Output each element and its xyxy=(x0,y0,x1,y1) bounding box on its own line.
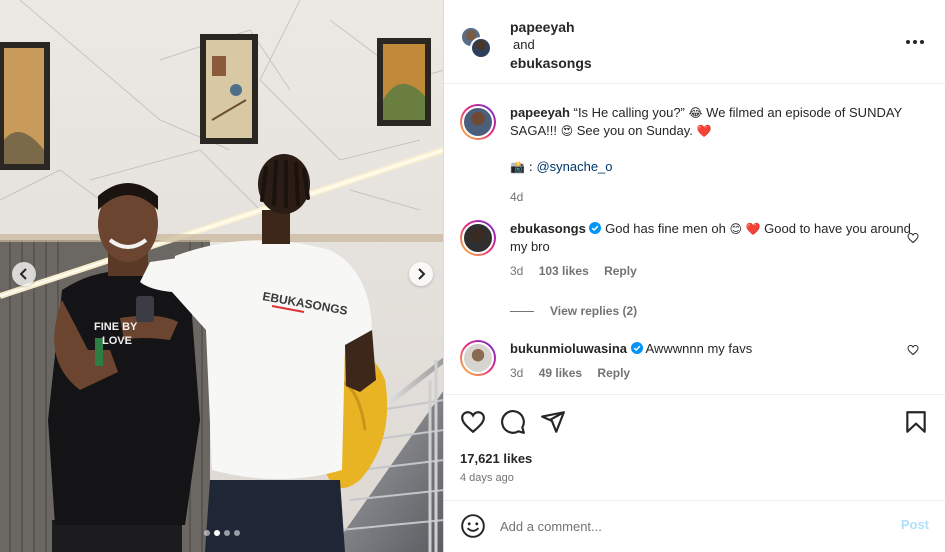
like-heart-icon[interactable] xyxy=(460,409,486,435)
post-side-panel: papeeyah and ebukasongs papeeyah “Is He … xyxy=(444,0,945,552)
emoji: ❤️ xyxy=(696,124,712,138)
divider xyxy=(510,310,534,312)
comment-like-heart-icon[interactable] xyxy=(907,232,919,244)
and-label: and xyxy=(513,37,535,52)
comment-like-heart-icon[interactable] xyxy=(907,344,919,356)
comment-time[interactable]: 3d xyxy=(510,366,523,380)
author-username[interactable]: papeeyah xyxy=(510,18,592,36)
post-date[interactable]: 4 days ago xyxy=(460,472,514,484)
emoji: ❤️ xyxy=(745,222,761,236)
comment-username[interactable]: ebukasongs xyxy=(510,221,586,236)
avatar[interactable] xyxy=(470,37,492,59)
frame-right xyxy=(377,38,431,126)
comment-time[interactable]: 3d xyxy=(510,264,523,278)
post-actions: 17,621 likes 4 days ago xyxy=(444,394,945,500)
carousel-next-button[interactable] xyxy=(409,262,433,286)
caption-text-c: See you on Sunday. xyxy=(576,123,693,138)
shirt-text-left-2: LOVE xyxy=(102,335,132,347)
emoji: 😊 xyxy=(729,222,742,236)
comment-text-a: Awwwnnn my favs xyxy=(645,341,753,356)
comment-composer: Post xyxy=(444,500,945,552)
author-names: papeeyah and ebukasongs xyxy=(510,18,592,72)
carousel-dot[interactable] xyxy=(224,530,230,536)
post-header: papeeyah and ebukasongs xyxy=(444,0,945,84)
share-send-icon[interactable] xyxy=(540,409,566,435)
caption-username[interactable]: papeeyah xyxy=(510,105,570,120)
avatar[interactable] xyxy=(460,340,496,376)
shirt-text-left-1: FINE BY xyxy=(94,321,138,333)
credit-prefix: 📸 : xyxy=(510,160,533,174)
reply-button[interactable]: Reply xyxy=(597,366,630,380)
comment-likes[interactable]: 49 likes xyxy=(539,366,582,380)
caption-time[interactable]: 4d xyxy=(510,190,523,204)
carousel-dots xyxy=(0,530,443,536)
carousel-dot[interactable] xyxy=(234,530,240,536)
view-replies-label: View replies (2) xyxy=(550,304,638,318)
more-icon xyxy=(906,40,924,44)
comment-input[interactable] xyxy=(500,513,880,539)
frame-left xyxy=(0,42,50,170)
emoji: 😍 xyxy=(560,124,574,138)
comments-list: papeeyah “Is He calling you?” 😂 We filme… xyxy=(444,84,945,394)
comment-likes[interactable]: 103 likes xyxy=(539,264,589,278)
carousel-prev-button[interactable] xyxy=(12,262,36,286)
avatar[interactable] xyxy=(460,220,496,256)
comment-username[interactable]: bukunmioluwasina xyxy=(510,341,627,356)
more-options-button[interactable] xyxy=(905,34,925,45)
emoji-picker-icon[interactable] xyxy=(460,513,486,539)
credit-handle-link[interactable]: @synache_o xyxy=(536,159,612,174)
post-photo[interactable]: FINE BY LOVE EBUKASONGS xyxy=(0,0,444,552)
likes-count[interactable]: 17,621 likes xyxy=(460,451,532,466)
verified-badge-icon xyxy=(630,342,643,354)
verified-badge-icon xyxy=(589,222,602,234)
photo-scene: FINE BY LOVE EBUKASONGS xyxy=(0,0,443,552)
comment-bubble-icon[interactable] xyxy=(500,409,526,435)
avatar[interactable] xyxy=(460,104,496,140)
comment-text-a: God has fine men oh xyxy=(605,221,726,236)
collaborator-username[interactable]: ebukasongs xyxy=(510,54,592,72)
caption-text-a: “Is He calling you?” xyxy=(573,105,685,120)
chevron-left-icon xyxy=(19,268,27,280)
view-replies-button[interactable]: View replies (2) xyxy=(510,304,637,318)
carousel-dot[interactable] xyxy=(204,530,210,536)
carousel-dot-active[interactable] xyxy=(214,530,220,536)
chevron-right-icon xyxy=(418,268,426,280)
reply-button[interactable]: Reply xyxy=(604,264,637,278)
save-bookmark-icon[interactable] xyxy=(903,409,929,435)
emoji: 😂 xyxy=(688,106,703,120)
post-comment-button[interactable]: Post xyxy=(901,517,929,532)
frame-center xyxy=(200,34,258,144)
post-dialog: FINE BY LOVE EBUKASONGS papeeyah and ebu… xyxy=(0,0,945,552)
